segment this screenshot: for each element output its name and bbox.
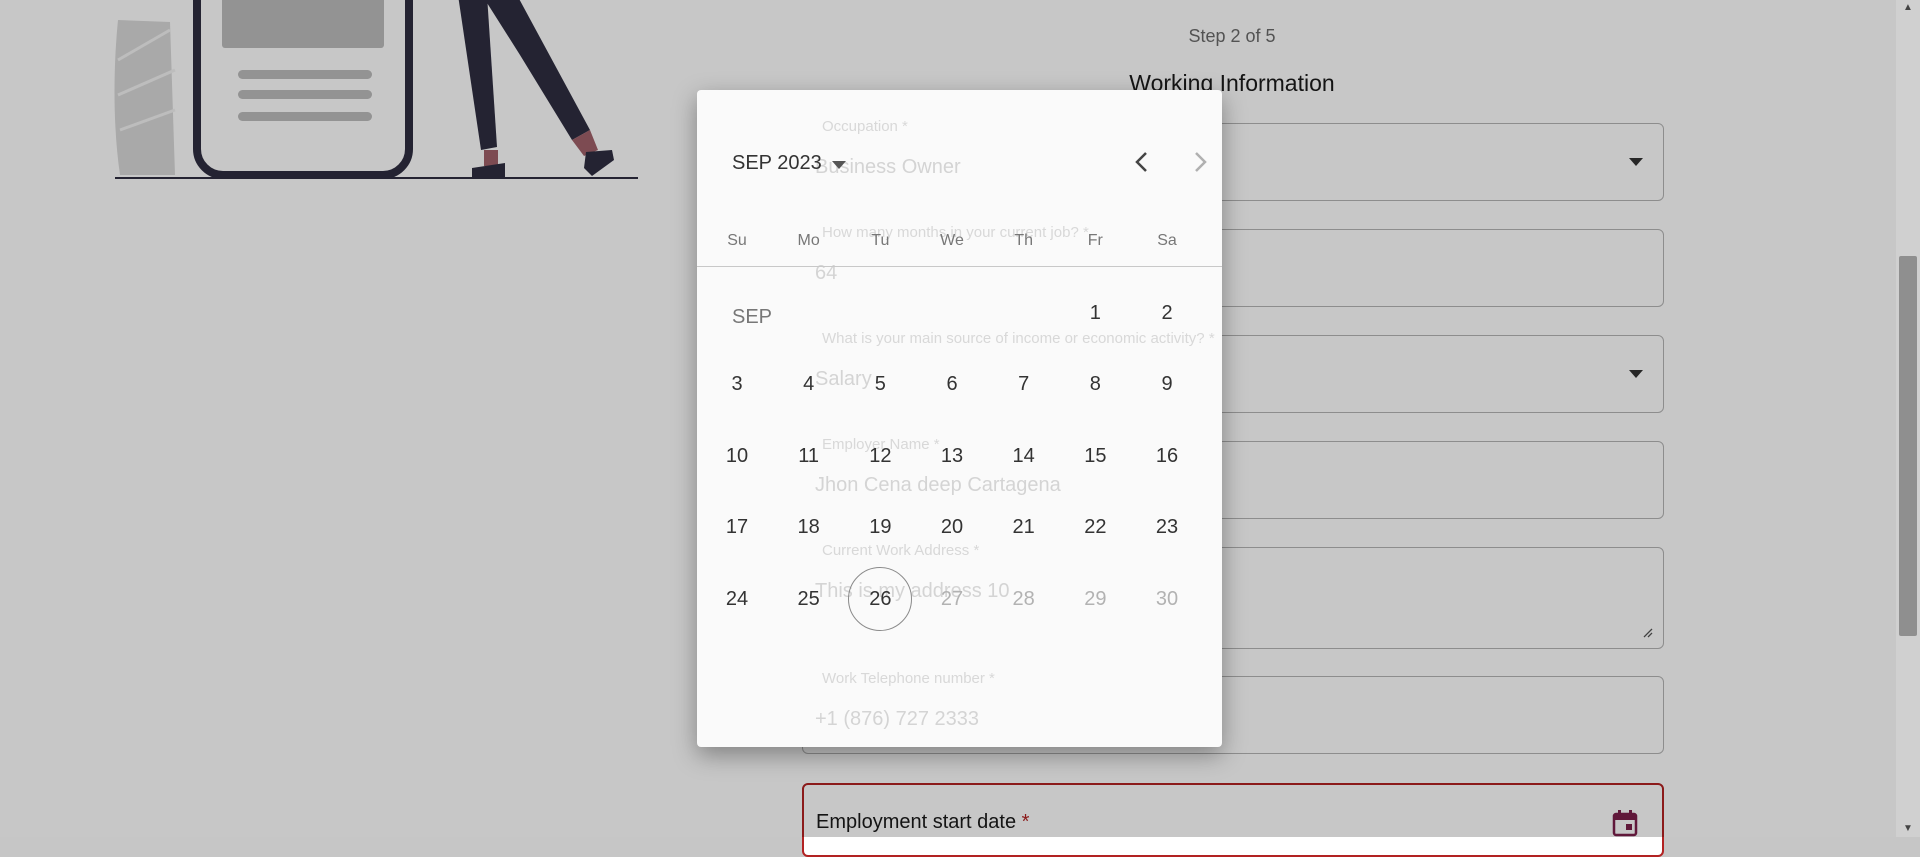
previous-month-button[interactable]: [1121, 142, 1161, 182]
calendar-day[interactable]: 14: [992, 424, 1056, 488]
calendar-day[interactable]: 16: [1135, 424, 1199, 488]
scroll-down-arrow-icon[interactable]: ▼: [1896, 821, 1920, 837]
header-divider: [697, 266, 1222, 267]
ghost-value-telephone: +1 (876) 727 2333: [815, 708, 980, 730]
calendar-day[interactable]: 24: [705, 567, 769, 631]
calendar-day[interactable]: 22: [1063, 496, 1127, 560]
weekday-header: Su: [727, 232, 747, 249]
calendar-day: 30: [1155, 587, 1179, 610]
calendar-day[interactable]: 17: [705, 496, 769, 560]
calendar-day[interactable]: 23: [1135, 496, 1199, 560]
date-picker-dialog: Occupation * Business Owner How many mon…: [697, 90, 1222, 747]
calendar-day[interactable]: 4: [777, 353, 841, 417]
calendar-day: 29: [1084, 587, 1107, 610]
calendar-day[interactable]: 9: [1135, 353, 1199, 417]
weekday-header: Mo: [797, 232, 820, 249]
scrollbar[interactable]: ▲ ▼: [1896, 0, 1920, 837]
triangle-down-icon: [831, 160, 846, 169]
calendar-day[interactable]: 2: [1135, 281, 1199, 345]
weekday-header: Fr: [1087, 232, 1103, 249]
calendar-day[interactable]: 8: [1063, 353, 1127, 417]
calendar-day[interactable]: 20: [920, 496, 984, 560]
calendar-day[interactable]: 10: [705, 424, 769, 488]
calendar-day[interactable]: 5: [848, 353, 912, 417]
calendar-day[interactable]: 12: [848, 424, 912, 488]
calendar-day[interactable]: 25: [777, 567, 841, 631]
calendar-day[interactable]: 19: [848, 496, 912, 560]
weekday-header: Th: [1014, 232, 1033, 249]
chevron-left-icon: [1135, 152, 1147, 172]
calendar-day[interactable]: 15: [1063, 424, 1127, 488]
weekday-header: Sa: [1157, 232, 1177, 249]
calendar-day[interactable]: 13: [920, 424, 984, 488]
calendar-day[interactable]: 1: [1063, 281, 1127, 345]
month-year-switch[interactable]: SEP 2023: [732, 152, 846, 175]
weekday-header: We: [940, 232, 964, 249]
calendar-day[interactable]: 18: [777, 496, 841, 560]
ghost-label-occupation: Occupation *: [822, 118, 908, 135]
scrollbar-thumb[interactable]: [1899, 256, 1917, 636]
ghost-label-telephone: Work Telephone number *: [822, 670, 995, 687]
calendar-day[interactable]: 6: [920, 353, 984, 417]
calendar-day-today[interactable]: 26: [848, 567, 913, 631]
chevron-right-icon: [1195, 152, 1207, 172]
month-year-label: SEP 2023: [732, 152, 822, 174]
next-month-button[interactable]: [1181, 142, 1221, 182]
calendar-day[interactable]: 7: [992, 353, 1056, 417]
scroll-up-arrow-icon[interactable]: ▲: [1896, 0, 1920, 16]
calendar-day[interactable]: 21: [992, 496, 1056, 560]
month-label: SEP: [732, 306, 773, 328]
calendar-day: 28: [1012, 587, 1035, 610]
calendar-day: 27: [940, 587, 964, 610]
calendar-day[interactable]: 3: [705, 353, 769, 417]
calendar-day[interactable]: 11: [777, 424, 841, 488]
weekday-header: Tu: [871, 232, 890, 249]
